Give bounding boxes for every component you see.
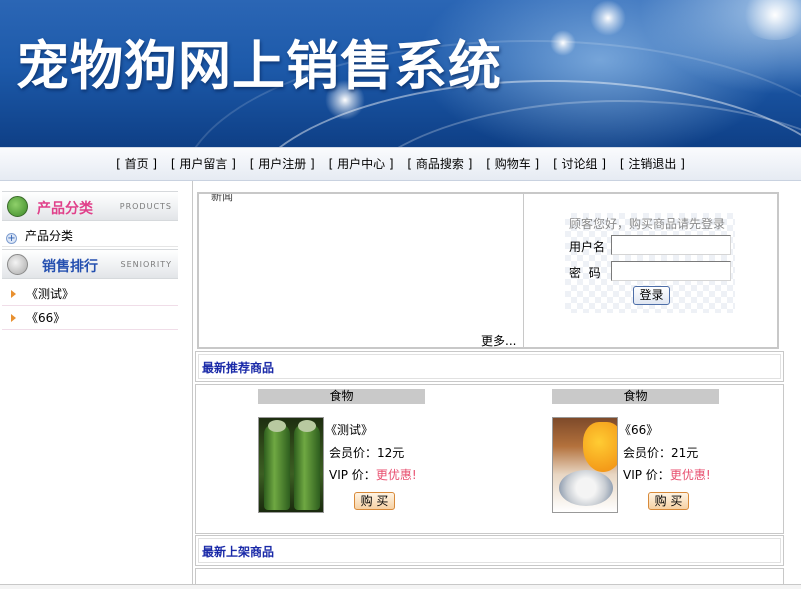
- plus-icon: +: [6, 233, 17, 244]
- new-arrivals-section-header: 最新上架商品: [195, 535, 784, 566]
- password-input[interactable]: [611, 261, 731, 281]
- page: 宠物狗网上销售系统 [ 首页 ] [ 用户留言 ] [ 用户注册 ] [ 用户中…: [0, 0, 801, 589]
- vip-price-value: 更优惠!: [669, 468, 711, 482]
- new-arrivals-title: 最新上架商品: [202, 545, 275, 559]
- login-greeting: 顾客您好，购买商品请先登录: [569, 217, 726, 231]
- page-bottom-border: [0, 584, 801, 589]
- product-type: 食物: [258, 389, 425, 404]
- ranking-item[interactable]: 《测试》: [2, 282, 178, 306]
- nav-search[interactable]: [ 商品搜索 ]: [407, 148, 472, 180]
- recommended-section-header: 最新推荐商品: [195, 351, 784, 382]
- section-header-frame: [198, 538, 781, 563]
- nav-user-center[interactable]: [ 用户中心 ]: [329, 148, 394, 180]
- vip-price: VIP 价：更优惠!: [329, 466, 417, 483]
- buy-button[interactable]: 购 买: [648, 492, 689, 510]
- ranking-header-title: 销售排行: [42, 259, 98, 275]
- recommended-products: 食物 《测试》 会员价：12元 VIP 价：更优惠! 购 买 食物 《66》 会…: [195, 384, 784, 534]
- category-header-subtitle: PRODUCTS: [119, 202, 172, 211]
- nav-register[interactable]: [ 用户注册 ]: [250, 148, 315, 180]
- product-image-part: [264, 424, 290, 510]
- product-name[interactable]: 《测试》: [325, 421, 373, 438]
- member-price: 会员价：21元: [623, 446, 699, 460]
- product-card: 食物 《66》 会员价：21元 VIP 价：更优惠! 购 买: [552, 388, 722, 528]
- site-title: 宠物狗网上销售系统: [16, 36, 502, 97]
- login-button[interactable]: 登录: [633, 286, 670, 305]
- news-login-box: 新闻 更多... 顾客您好，购买商品请先登录 用户名 密 码 登录: [197, 192, 779, 349]
- section-header-frame: [198, 354, 781, 379]
- ranking-header: 销售排行 SENIORITY: [2, 249, 178, 279]
- username-label: 用户名: [569, 240, 606, 254]
- member-price: 会员价：12元: [329, 446, 405, 460]
- product-image[interactable]: [258, 417, 324, 513]
- product-type: 食物: [552, 389, 719, 404]
- new-arrivals-list: [195, 568, 784, 584]
- nav-logout[interactable]: [ 注销退出 ]: [620, 148, 685, 180]
- dog-icon: [7, 196, 28, 217]
- vip-price-label: VIP 价：: [623, 468, 670, 482]
- nav-messages[interactable]: [ 用户留言 ]: [171, 148, 236, 180]
- arrow-right-icon: [11, 314, 16, 322]
- site-banner: 宠物狗网上销售系统: [0, 0, 801, 147]
- arrow-right-icon: [11, 290, 16, 298]
- product-card: 食物 《测试》 会员价：12元 VIP 价：更优惠! 购 买: [258, 388, 428, 528]
- category-item[interactable]: + 产品分类: [2, 225, 178, 247]
- news-label: 新闻: [211, 194, 233, 203]
- nav-cart[interactable]: [ 购物车 ]: [486, 148, 539, 180]
- category-header-title: 产品分类: [37, 201, 93, 217]
- product-image-part: [559, 470, 613, 506]
- nav-forum[interactable]: [ 讨论组 ]: [553, 148, 606, 180]
- product-image-part: [583, 422, 617, 472]
- news-panel: 新闻 更多...: [199, 194, 524, 347]
- banner-sparkle: [590, 0, 626, 36]
- ranking-header-subtitle: SENIORITY: [120, 260, 172, 269]
- recommended-title: 最新推荐商品: [202, 361, 275, 375]
- ranking-item[interactable]: 《66》: [2, 306, 178, 330]
- product-name[interactable]: 《66》: [619, 421, 658, 438]
- buy-button[interactable]: 购 买: [354, 492, 395, 510]
- banner-sparkle: [740, 0, 801, 40]
- ranking-item-label: 《测试》: [26, 287, 75, 301]
- nav-home[interactable]: [ 首页 ]: [116, 148, 157, 180]
- category-item-label: 产品分类: [25, 229, 74, 243]
- product-image-part: [268, 420, 286, 432]
- product-image[interactable]: [552, 417, 618, 513]
- product-image-part: [294, 424, 320, 510]
- product-image-part: [298, 420, 316, 432]
- sidebar: 产品分类 PRODUCTS + 产品分类 销售排行 SENIORITY 《测试》 …: [0, 181, 193, 589]
- vip-price-value: 更优惠!: [375, 468, 417, 482]
- banner-sparkle: [550, 30, 576, 56]
- vip-price-label: VIP 价：: [329, 468, 376, 482]
- category-header: 产品分类 PRODUCTS: [2, 191, 178, 221]
- pen-icon: [7, 254, 28, 275]
- vip-price: VIP 价：更优惠!: [623, 466, 711, 483]
- login-panel: 顾客您好，购买商品请先登录 用户名 密 码 登录: [525, 194, 777, 347]
- username-input[interactable]: [611, 235, 731, 255]
- main-nav: [ 首页 ] [ 用户留言 ] [ 用户注册 ] [ 用户中心 ] [ 商品搜索…: [0, 147, 801, 181]
- news-more-link[interactable]: 更多...: [481, 332, 516, 347]
- password-label: 密 码: [569, 266, 601, 280]
- ranking-item-label: 《66》: [26, 311, 66, 325]
